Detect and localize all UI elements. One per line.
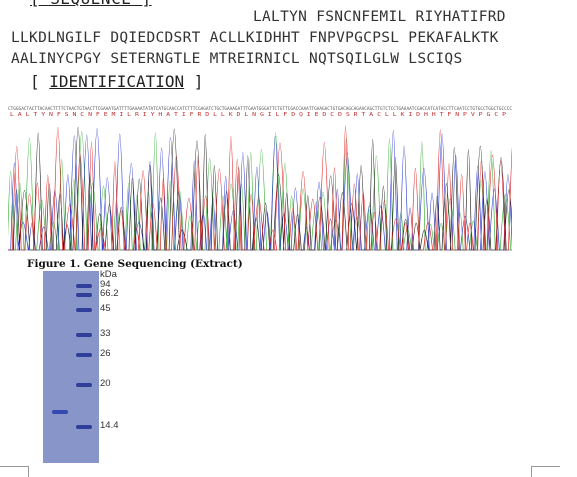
- chromatogram: CTGGGACTACTTACAACTTTTCTAACTGTAACTTCGAAAT…: [8, 104, 512, 252]
- marker-label-66.2: 66.2: [100, 288, 119, 299]
- sample-band: [52, 410, 68, 414]
- sequence-line-2: LLKDLNGILF DQIEDCDSRT ACLLKIDHHT FNPVPGC…: [11, 30, 499, 46]
- marker-label-33: 33: [100, 328, 111, 339]
- sequence-line-3: AALINYCPGY SETERNGTLE MTREIRNICL NQTSQIL…: [11, 51, 463, 67]
- marker-label-26: 26: [100, 348, 111, 359]
- marker-label-45: 45: [100, 303, 111, 314]
- identification-header: [ IDENTIFICATION ]: [30, 72, 203, 91]
- corner-mark-left: [0, 466, 29, 477]
- marker-label-14.4: 14.4: [100, 420, 119, 431]
- marker-band-14.4: [76, 425, 92, 429]
- marker-band-33: [76, 333, 92, 337]
- marker-band-66.2: [76, 293, 92, 297]
- corner-mark-right: [531, 466, 560, 477]
- marker-band-94: [76, 284, 92, 288]
- identification-title: IDENTIFICATION: [49, 72, 185, 91]
- chromatogram-amino-acid-calls: L A L T Y N F S N C N F E M I L R I Y H …: [10, 112, 506, 118]
- sds-page-gel: [43, 271, 99, 463]
- identification-bracket-open: [: [30, 72, 40, 91]
- identification-bracket-close: ]: [193, 72, 204, 91]
- sequence-line-1: LALTYN FSNCNFEMIL RIYHATIFRD: [253, 9, 506, 25]
- sequence-section-header: [ SEQUENCE ]: [30, 0, 152, 8]
- figure-caption: Figure 1. Gene Sequencing (Extract): [27, 258, 243, 270]
- marker-band-45: [76, 308, 92, 312]
- chromatogram-base-calls: CTGGGACTACTTACAACTTTTCTAACTGTAACTTCGAAAT…: [8, 106, 512, 111]
- marker-label-20: 20: [100, 378, 111, 389]
- marker-band-20: [76, 383, 92, 387]
- marker-band-26: [76, 353, 92, 357]
